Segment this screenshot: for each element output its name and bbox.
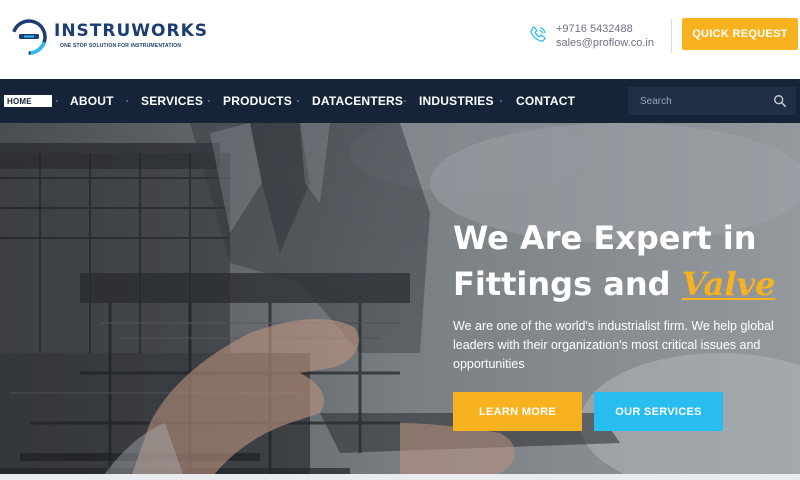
hero-title-line1: We Are Expert in [453,219,757,257]
hero-title-prefix: Fittings and [453,265,671,303]
hero-banner: We Are Expert in Fittings and Valve We a… [0,123,800,480]
hero-title: We Are Expert in Fittings and Valve [453,215,793,307]
brand-tagline: ONE STOP SOLUTION FOR INSTRUMENTATION [60,43,182,49]
brand-name: INSTRUWORKS [54,21,208,41]
nav-item-contact[interactable]: CONTACT [516,79,575,123]
nav-separator [500,100,502,102]
site-header: INSTRUWORKS ONE STOP SOLUTION FOR INSTRU… [0,0,800,79]
contact-email[interactable]: sales@proflow.co.in [556,37,654,49]
search-input[interactable] [628,95,758,107]
nav-item-datacenters[interactable]: DATACENTERS [312,79,403,123]
section-divider [0,474,800,480]
hero-title-accent: Valve [681,265,776,303]
hero-description: We are one of the world's industrialist … [453,319,774,371]
instruworks-logo-icon [11,19,47,55]
contact-info: +9716 5432488 sales@proflow.co.in [527,21,667,51]
nav-separator [126,100,128,102]
nav-separator [56,100,58,102]
nav-separator [297,100,299,102]
quick-request-button[interactable]: QUICK REQUEST [682,18,798,50]
contact-phone[interactable]: +9716 5432488 [556,23,633,35]
our-services-button[interactable]: OUR SERVICES [594,392,723,431]
nav-item-about[interactable]: ABOUT [70,79,114,123]
nav-item-products[interactable]: PRODUCTS [223,79,292,123]
nav-item-services[interactable]: SERVICES [141,79,203,123]
nav-item-industries[interactable]: INDUSTRIES [419,79,494,123]
nav-separator [208,100,210,102]
hero-title-line2: Fittings and Valve [453,261,793,307]
nav-item-home[interactable]: HOME [4,95,52,107]
phone-icon [530,26,546,42]
search-icon[interactable] [773,94,787,108]
learn-more-button[interactable]: LEARN MORE [453,392,582,431]
nav-separator [404,100,406,102]
header-divider [671,19,672,53]
brand-logo[interactable]: INSTRUWORKS ONE STOP SOLUTION FOR INSTRU… [10,18,210,58]
search-box [628,87,796,115]
